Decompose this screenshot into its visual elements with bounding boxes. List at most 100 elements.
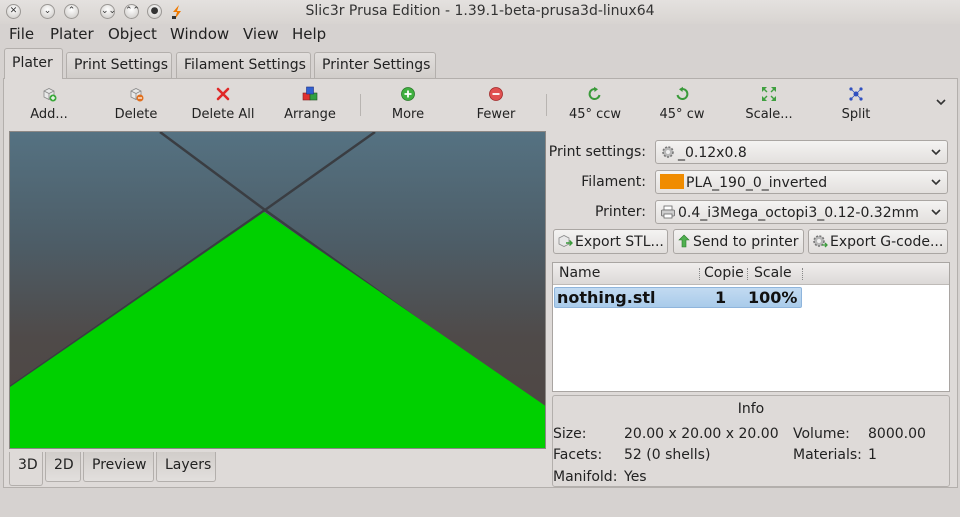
column-header-copies[interactable]: Copie <box>704 265 744 281</box>
gear-icon <box>662 146 674 158</box>
delete-all-label: Delete All <box>191 107 255 122</box>
rotate-cw-icon <box>676 86 689 100</box>
arrange-button[interactable]: Arrange <box>265 82 355 126</box>
object-copies-cell: 1 <box>715 288 727 307</box>
info-title: Info <box>737 401 765 417</box>
toolbar-overflow-chevron-icon[interactable] <box>935 97 947 107</box>
filament-value: PLA_190_0_inverted <box>686 175 828 191</box>
printer-icon <box>661 205 675 219</box>
tab-view-3d[interactable]: 3D <box>9 452 43 486</box>
toolbar-separator <box>546 94 547 116</box>
keep-above-button[interactable]: ⌃ <box>64 4 79 19</box>
tab-filament-settings[interactable]: Filament Settings <box>176 52 311 78</box>
filament-combo[interactable]: PLA_190_0_inverted <box>655 170 948 194</box>
fewer-label: Fewer <box>476 107 516 122</box>
delete-all-icon <box>216 87 230 101</box>
print-settings-value: _0.12x0.8 <box>678 145 747 161</box>
maximize-button[interactable]: ⌃⌃ <box>124 4 140 19</box>
export-gcode-button[interactable]: Export G-code... <box>808 229 948 254</box>
plus-icon <box>401 87 415 101</box>
info-facets-value: 52 (0 shells) <box>624 447 711 463</box>
export-gcode-label: Export G-code... <box>830 234 944 250</box>
column-header-scale[interactable]: Scale <box>754 265 792 281</box>
add-object-icon <box>43 88 57 102</box>
shade-button[interactable]: ● <box>147 4 162 19</box>
delete-label: Delete <box>114 107 158 122</box>
main-tabs: Plater Print Settings Filament Settings … <box>0 48 960 79</box>
printer-combo[interactable]: 0.4_i3Mega_octopi3_0.12-0.32mm <box>655 200 948 224</box>
export-gcode-icon <box>813 235 828 248</box>
menu-view[interactable]: View <box>243 25 279 43</box>
chevron-down-icon <box>931 179 941 186</box>
window-title: Slic3r Prusa Edition - 1.39.1-beta-prusa… <box>305 3 655 19</box>
object-scale-cell: 100% <box>748 288 798 307</box>
export-stl-label: Export STL... <box>575 234 664 250</box>
tab-view-preview[interactable]: Preview <box>83 452 154 482</box>
printer-value: 0.4_i3Mega_octopi3_0.12-0.32mm <box>678 205 919 221</box>
info-size-value: 20.00 x 20.00 x 20.00 <box>624 426 779 442</box>
tab-plater[interactable]: Plater <box>4 48 63 79</box>
arrow-up-icon <box>678 234 690 248</box>
tab-print-settings[interactable]: Print Settings <box>66 52 172 78</box>
printer-label: Printer: <box>594 204 646 220</box>
toolbar-separator <box>360 94 361 116</box>
info-panel: Info Size: 20.00 x 20.00 x 20.00 Volume:… <box>552 395 950 487</box>
keep-below-button[interactable]: ⌄ <box>40 4 55 19</box>
column-divider <box>802 268 803 280</box>
object-list[interactable]: Name Copie Scale nothing.stl 1 100% <box>552 262 950 392</box>
menu-help[interactable]: Help <box>292 25 326 43</box>
more-label: More <box>391 107 425 122</box>
rotate-ccw-button[interactable]: 45° ccw <box>550 82 640 126</box>
export-stl-button[interactable]: Export STL... <box>553 229 668 254</box>
tab-view-2d[interactable]: 2D <box>45 452 81 482</box>
send-to-printer-label: Send to printer <box>693 234 799 250</box>
object-list-header: Name Copie Scale <box>553 263 949 285</box>
info-materials-label: Materials: <box>793 447 862 463</box>
tab-view-layers[interactable]: Layers <box>156 452 216 482</box>
rotate-cw-button[interactable]: 45° cw <box>637 82 727 126</box>
delete-button[interactable]: Delete <box>91 82 181 126</box>
more-button[interactable]: More <box>363 82 453 126</box>
send-to-printer-button[interactable]: Send to printer <box>673 229 804 254</box>
menu-file[interactable]: File <box>9 25 34 43</box>
filament-color-swatch <box>660 174 684 189</box>
chevron-down-icon <box>931 209 941 216</box>
plater-toolbar: Add... Delete Delete All Arrange More Fe… <box>0 82 960 126</box>
title-bar: ✕ ⌄ ⌃ ⌄⌄ ⌃⌃ ● Slic3r Prusa Edition - 1.3… <box>0 0 960 24</box>
info-facets-label: Facets: <box>553 447 603 463</box>
scale-button[interactable]: Scale... <box>724 82 814 126</box>
rotate-cw-label: 45° cw <box>659 107 705 122</box>
info-manifold-label: Manifold: <box>553 469 618 485</box>
print-settings-combo[interactable]: _0.12x0.8 <box>655 140 948 164</box>
info-volume-value: 8000.00 <box>868 426 926 442</box>
close-window-button[interactable]: ✕ <box>6 4 21 19</box>
scale-icon <box>762 87 776 101</box>
info-volume-label: Volume: <box>793 426 850 442</box>
minus-icon <box>489 87 503 101</box>
fewer-button[interactable]: Fewer <box>451 82 541 126</box>
column-header-name[interactable]: Name <box>559 265 600 281</box>
add-label: Add... <box>30 107 68 122</box>
split-button[interactable]: Split <box>811 82 901 126</box>
minimize-button[interactable]: ⌄⌄ <box>100 4 116 19</box>
tab-printer-settings[interactable]: Printer Settings <box>314 52 436 78</box>
info-materials-value: 1 <box>868 447 877 463</box>
column-divider <box>747 268 748 280</box>
arrange-icon <box>302 86 318 101</box>
slic3r-logo-icon <box>172 5 181 19</box>
rotate-ccw-label: 45° ccw <box>568 107 622 122</box>
arrange-label: Arrange <box>284 107 336 122</box>
split-label: Split <box>841 107 871 122</box>
delete-all-button[interactable]: Delete All <box>178 82 268 126</box>
menu-window[interactable]: Window <box>170 25 229 43</box>
object-name-cell: nothing.stl <box>557 288 656 307</box>
filament-label: Filament: <box>581 174 646 190</box>
3d-view-canvas[interactable] <box>9 131 546 449</box>
column-divider <box>699 268 700 280</box>
menu-plater[interactable]: Plater <box>50 25 94 43</box>
print-settings-label: Print settings: <box>548 144 646 160</box>
menu-object[interactable]: Object <box>108 25 157 43</box>
table-row[interactable]: nothing.stl 1 100% <box>554 287 802 308</box>
add-button[interactable]: Add... <box>4 82 94 126</box>
delete-object-icon <box>130 88 144 102</box>
